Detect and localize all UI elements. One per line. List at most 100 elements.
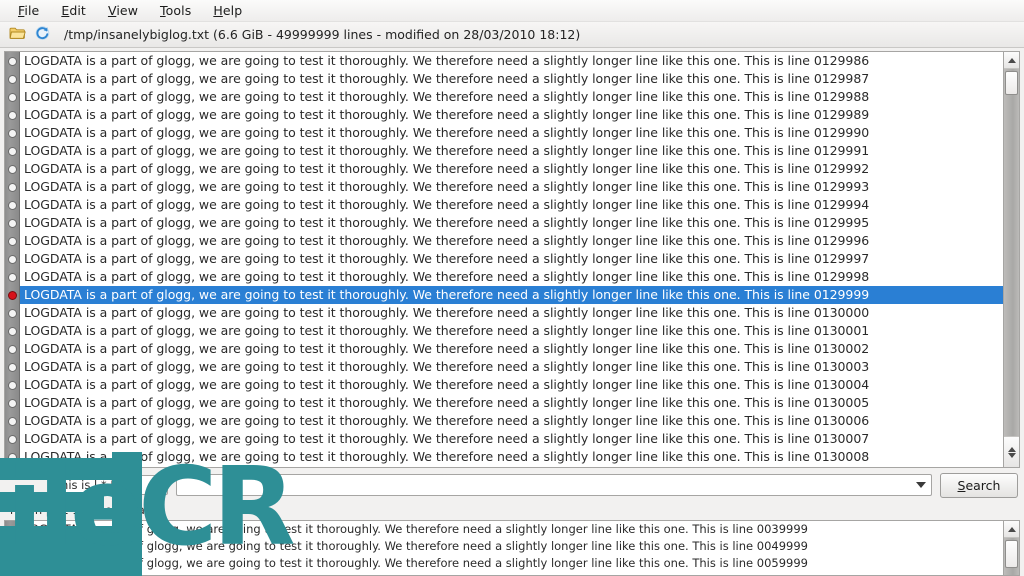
search-bar: This is l * 5} Search [0, 470, 1024, 500]
results-scroll-thumb[interactable] [1005, 540, 1018, 568]
log-line[interactable]: LOGDATA is a part of glogg, we are going… [20, 430, 1003, 448]
menu-item-file[interactable]: File [8, 1, 49, 21]
line-marker[interactable] [5, 304, 19, 322]
line-marker[interactable] [5, 466, 19, 467]
line-marker[interactable] [5, 412, 19, 430]
filter-combo[interactable]: This is l * 5} [48, 475, 168, 495]
log-line[interactable]: LOGDATA is a part of glogg, we are going… [20, 412, 1003, 430]
log-line[interactable]: LOGDATA is a part of glogg, we are going… [20, 358, 1003, 376]
marker-empty-icon [7, 182, 17, 192]
line-marker[interactable] [5, 322, 19, 340]
line-marker[interactable] [5, 196, 19, 214]
log-line[interactable]: LOGDATA is a part of glogg, we are going… [20, 448, 1003, 466]
scroll-up-arrow-icon-bottom [1007, 446, 1016, 452]
marker-empty-icon [7, 326, 17, 336]
results-scroll-up-button[interactable] [1004, 521, 1019, 538]
search-button[interactable]: Search [940, 472, 1018, 498]
line-marker[interactable] [5, 376, 19, 394]
log-line[interactable]: LOGDATA is a part of glogg, we are going… [20, 394, 1003, 412]
log-line[interactable]: LOGDATA is a part of glogg, we are going… [20, 250, 1003, 268]
log-line[interactable]: LOGDATA is a part of glogg, we are going… [20, 214, 1003, 232]
search-query-combo[interactable] [176, 474, 932, 496]
line-marker[interactable] [5, 178, 19, 196]
folder-open-icon [9, 26, 26, 43]
line-marker[interactable] [5, 124, 19, 142]
log-line[interactable]: LOGDATA is a part of glogg, we are going… [20, 70, 1003, 88]
reload-icon [34, 25, 51, 44]
marker-empty-icon [7, 218, 17, 228]
marker-empty-icon [7, 452, 17, 462]
line-marker[interactable] [5, 52, 19, 70]
log-line[interactable]: LOGDATA is a part of glogg, we are going… [20, 160, 1003, 178]
line-marker[interactable] [5, 286, 19, 304]
line-marker[interactable] [5, 394, 19, 412]
log-line[interactable]: LOGDATA is a part of glogg, we are going… [20, 268, 1003, 286]
line-marker[interactable] [5, 232, 19, 250]
line-marker[interactable] [5, 358, 19, 376]
line-marker[interactable] [5, 268, 19, 286]
line-marker[interactable] [5, 160, 19, 178]
log-line[interactable]: LOGDATA is a part of glogg, we are going… [20, 178, 1003, 196]
results-vertical-scrollbar[interactable] [1003, 520, 1020, 576]
result-line[interactable]: LOGDATA is a part of glogg, we are going… [20, 538, 1003, 555]
search-status-text: rch in p (2 1 5 h ound ar. [0, 500, 1024, 520]
log-line[interactable]: LOGDATA is a part of glogg, we are going… [20, 322, 1003, 340]
menu-bar: File Edit View Tools Help [0, 0, 1024, 22]
log-line[interactable]: LOGDATA is a part of glogg, we are going… [20, 232, 1003, 250]
scroll-up-button[interactable] [1004, 52, 1019, 69]
log-line[interactable]: LOGDATA is a part of glogg, we are going… [20, 88, 1003, 106]
results-marker-gutter[interactable] [5, 521, 20, 575]
line-marker[interactable] [5, 70, 19, 88]
log-scroll-track[interactable] [1004, 69, 1019, 436]
line-marker[interactable] [5, 214, 19, 232]
log-line[interactable]: LOGDATA is a part of glogg, we are going… [20, 466, 1003, 467]
line-marker-gutter[interactable] [5, 52, 20, 467]
reload-file-button[interactable] [31, 25, 53, 45]
log-view-pane: LOGDATA is a part of glogg, we are going… [0, 48, 1024, 470]
marker-empty-icon [7, 110, 17, 120]
log-line-selected[interactable]: LOGDATA is a part of glogg, we are going… [20, 286, 1003, 304]
menu-item-edit[interactable]: Edit [51, 1, 96, 21]
menu-item-help[interactable]: Help [203, 1, 252, 21]
results-frame[interactable]: LOGDATA is a part of glogg, we are going… [4, 520, 1003, 576]
log-scroll-thumb[interactable] [1005, 71, 1018, 95]
log-line[interactable]: LOGDATA is a part of glogg, we are going… [20, 106, 1003, 124]
log-line[interactable]: LOGDATA is a part of glogg, we are going… [20, 196, 1003, 214]
result-line[interactable]: LOGDATA is a part of glogg, we are going… [20, 521, 1003, 538]
log-line[interactable]: LOGDATA is a part of glogg, we are going… [20, 376, 1003, 394]
marker-empty-icon [7, 164, 17, 174]
log-line[interactable]: LOGDATA is a part of glogg, we are going… [20, 304, 1003, 322]
results-line-list[interactable]: LOGDATA is a part of glogg, we are going… [20, 521, 1003, 575]
log-line[interactable]: LOGDATA is a part of glogg, we are going… [20, 52, 1003, 70]
marker-empty-icon [7, 398, 17, 408]
log-text-frame[interactable]: LOGDATA is a part of glogg, we are going… [4, 51, 1003, 468]
result-line[interactable]: LOGDATA is a part of glogg, we are going… [20, 555, 1003, 572]
line-marker[interactable] [5, 106, 19, 124]
line-marker[interactable] [5, 340, 19, 358]
marker-empty-icon [7, 200, 17, 210]
line-marker[interactable] [5, 250, 19, 268]
marker-empty-icon [7, 236, 17, 246]
marker-empty-icon [7, 146, 17, 156]
log-vertical-scrollbar[interactable] [1003, 51, 1020, 468]
line-marker[interactable] [5, 448, 19, 466]
glogg-window: File Edit View Tools Help /tmp/insanelyb… [0, 0, 1024, 576]
scroll-down-button[interactable] [1004, 436, 1019, 467]
toolbar: /tmp/insanelybiglog.txt (6.6 GiB - 49999… [0, 22, 1024, 48]
log-line-list[interactable]: LOGDATA is a part of glogg, we are going… [20, 52, 1003, 467]
scroll-up-arrow-icon [1007, 526, 1016, 532]
line-marker[interactable] [5, 88, 19, 106]
menu-view-label: iew [116, 2, 139, 18]
line-marker[interactable] [5, 142, 19, 160]
search-button-mnemonic: S [957, 477, 966, 493]
search-history-dropdown-button[interactable] [911, 475, 931, 495]
results-scroll-track[interactable] [1004, 538, 1019, 575]
log-line[interactable]: LOGDATA is a part of glogg, we are going… [20, 340, 1003, 358]
line-marker[interactable] [5, 430, 19, 448]
menu-item-view[interactable]: View [98, 1, 148, 21]
menu-item-tools[interactable]: Tools [150, 1, 201, 21]
log-line[interactable]: LOGDATA is a part of glogg, we are going… [20, 124, 1003, 142]
open-file-button[interactable] [6, 25, 28, 45]
marker-empty-icon [7, 74, 17, 84]
log-line[interactable]: LOGDATA is a part of glogg, we are going… [20, 142, 1003, 160]
